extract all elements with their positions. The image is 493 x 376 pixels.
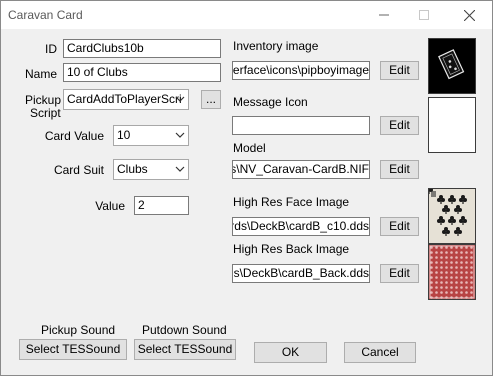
value-field[interactable]: 2 — [134, 196, 189, 215]
pickup-script-label-line2: Script — [30, 106, 61, 120]
pickup-script-select[interactable]: CardAddToPlayerScri — [63, 89, 189, 110]
card-suit-value: Clubs — [117, 162, 148, 176]
card-value-value: 10 — [117, 128, 131, 142]
face-image-edit-button[interactable]: Edit — [380, 217, 419, 236]
pickup-sound-label: Pickup Sound — [41, 323, 116, 337]
back-image-preview — [428, 244, 476, 300]
back-image-label: High Res Back Image — [233, 242, 350, 256]
card-suit-select[interactable]: Clubs — [113, 159, 189, 180]
minimize-button[interactable] — [369, 1, 399, 29]
chevron-down-icon — [175, 166, 185, 172]
clubs-card-face-icon — [429, 189, 467, 236]
pickup-script-browse-button[interactable]: ... — [201, 90, 221, 109]
ok-button[interactable]: OK — [254, 342, 327, 363]
window-title: Caravan Card — [8, 8, 83, 22]
inventory-image-label: Inventory image — [233, 39, 319, 53]
close-icon — [463, 9, 475, 21]
face-image-label: High Res Face Image — [233, 195, 350, 209]
putdown-sound-label: Putdown Sound — [142, 323, 227, 337]
caravan-card-dialog: Caravan Card ID CardClubs10b Name 10 of … — [0, 0, 493, 376]
putdown-sound-button[interactable]: Select TESSound — [134, 339, 236, 360]
inventory-image-preview — [428, 38, 476, 94]
face-image-field[interactable]: ards\DeckB\cardB_c10.dds — [232, 217, 370, 236]
card-back-pattern-icon — [429, 245, 475, 299]
name-label: Name — [24, 67, 57, 81]
message-icon-preview — [428, 97, 476, 153]
message-icon-edit-button[interactable]: Edit — [380, 116, 419, 135]
title-bar: Caravan Card — [1, 1, 492, 29]
back-image-field[interactable]: ds\DeckB\cardB_Back.dds — [232, 264, 370, 283]
model-label: Model — [233, 141, 266, 155]
chevron-down-icon — [175, 132, 185, 138]
maximize-button — [409, 1, 439, 29]
card-suit-label: Card Suit — [53, 163, 104, 177]
pickup-sound-button[interactable]: Select TESSound — [19, 339, 127, 360]
minimize-icon — [379, 14, 389, 16]
face-image-preview — [428, 188, 476, 244]
card-value-label: Card Value — [44, 129, 104, 143]
inventory-image-edit-button[interactable]: Edit — [380, 61, 419, 80]
message-icon-field[interactable] — [232, 116, 370, 135]
id-field[interactable]: CardClubs10b — [63, 39, 221, 58]
close-button[interactable] — [454, 1, 484, 29]
chevron-down-icon — [175, 96, 185, 102]
model-edit-button[interactable]: Edit — [380, 160, 419, 179]
model-field[interactable]: rds\NV_Caravan-CardB.NIF — [232, 160, 370, 179]
name-field[interactable]: 10 of Clubs — [63, 63, 221, 82]
id-label: ID — [45, 42, 57, 56]
message-icon-label: Message Icon — [233, 95, 308, 109]
maximize-icon — [419, 10, 429, 20]
back-image-edit-button[interactable]: Edit — [380, 264, 419, 283]
inventory-image-field[interactable]: interface\icons\pipboyimage — [232, 61, 370, 80]
cancel-button[interactable]: Cancel — [344, 342, 416, 363]
pickup-script-label-line1: Pickup — [25, 93, 62, 107]
card-value-select[interactable]: 10 — [113, 125, 189, 146]
card-icon-thumbnail — [438, 49, 465, 80]
value-label: Value — [95, 199, 125, 213]
pickup-script-value: CardAddToPlayerScri — [67, 92, 182, 106]
